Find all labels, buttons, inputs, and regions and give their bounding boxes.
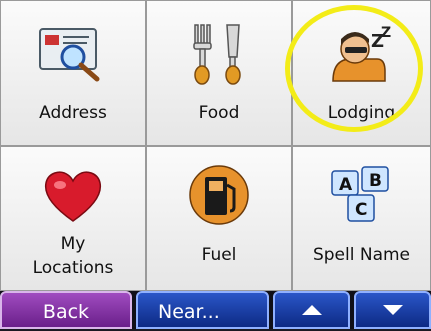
abc-blocks-icon: A B C bbox=[331, 166, 389, 222]
tile-my-locations-label-line2: Locations bbox=[32, 258, 114, 278]
tile-address[interactable]: Address bbox=[0, 0, 146, 146]
tile-fuel-label: Fuel bbox=[201, 245, 237, 265]
tile-address-label: Address bbox=[39, 103, 107, 123]
highlight-circle bbox=[285, 5, 423, 132]
tile-food-label: Food bbox=[198, 103, 240, 123]
address-card-magnifier-icon bbox=[39, 28, 100, 82]
tile-my-locations-label-line1: My bbox=[60, 234, 86, 254]
tile-my-locations[interactable]: My Locations bbox=[0, 146, 146, 291]
scroll-down-button[interactable] bbox=[354, 291, 431, 329]
fuel-pump-icon bbox=[189, 165, 249, 225]
up-arrow-icon bbox=[301, 305, 322, 315]
heart-icon bbox=[44, 171, 102, 222]
tile-fuel[interactable]: Fuel bbox=[146, 146, 292, 291]
tile-spell-name-label: Spell Name bbox=[312, 245, 411, 265]
scroll-up-button[interactable] bbox=[273, 291, 350, 329]
fork-knife-icon bbox=[193, 24, 241, 85]
svg-text:C: C bbox=[355, 200, 367, 220]
svg-text:A: A bbox=[339, 175, 353, 195]
down-arrow-icon bbox=[382, 305, 403, 315]
bottom-bar: Back Near... bbox=[0, 291, 431, 329]
tile-food[interactable]: Food bbox=[146, 0, 292, 146]
near-button[interactable]: Near... bbox=[136, 291, 269, 329]
tile-spell-name[interactable]: A B C Spell Name bbox=[292, 146, 431, 291]
svg-text:B: B bbox=[369, 171, 382, 191]
back-button[interactable]: Back bbox=[0, 291, 132, 329]
